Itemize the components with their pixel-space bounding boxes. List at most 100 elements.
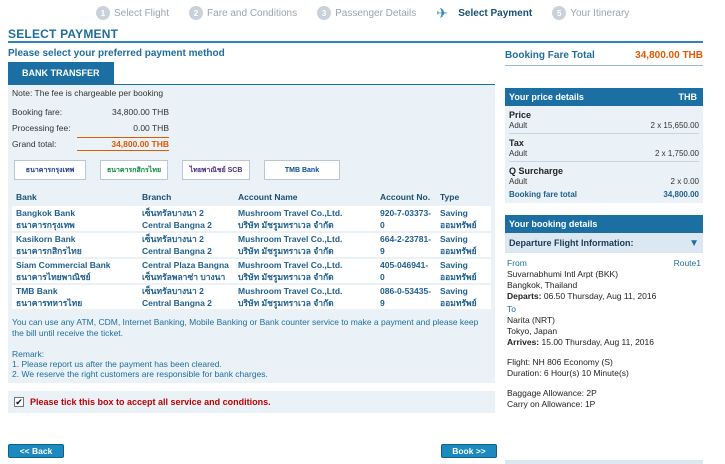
page-title: SELECT PAYMENT [8,27,119,41]
tab-bank-transfer[interactable]: BANK TRANSFER [8,62,114,84]
col-account-no: Account No. [376,188,436,207]
booking-fare-value: 34,800.00 THB [111,107,169,117]
price-title: Price [509,110,532,120]
step-label: Fare and Conditions [207,7,298,19]
processing-fee-value: 0.00 THB [133,123,169,133]
bank-transfer-panel: Note: The fee is chargeable per booking … [8,84,495,383]
departure-flight-toggle[interactable]: Departure Flight Information: ▼ [505,233,703,253]
grand-total-value: 34,800.00 THB [77,137,169,151]
col-type: Type [436,188,491,207]
table-row: Siam Commercial Bank ธนาคารไทยพาณิชย์ Cen… [12,257,491,285]
departs-line: Departs: 06.50 Thursday, Aug 11, 2016 [507,291,657,301]
payment-prompt: Please select your preferred payment met… [8,48,225,59]
carry-on-allowance: Carry on Allowance: 1P [507,399,596,409]
title-divider [8,41,703,43]
to-city: Tokyo, Japan [507,326,558,336]
accept-terms-checkbox[interactable]: ✔ [14,396,24,407]
step-label: Your Itinerary [570,7,630,19]
cell-account-no: 086-0-53435-9 [376,283,436,311]
flight-duration: Duration: 6 Hour(s) 10 Minute(s) [507,368,629,378]
booking-details-box: Your booking details Departure Flight In… [505,215,703,410]
step-label: Select Payment [458,7,533,19]
accept-terms-label: Please tick this box to accept all servi… [30,396,271,407]
arrives-line: Arrives: 15.00 Thursday, Aug 11, 2016 [507,337,654,347]
cell-account-name: Mushroom Travel Co.,Ltd. บริษัท มัชรูมทรา… [234,257,376,285]
step-number: 5 [552,6,567,20]
from-label: From [507,258,527,268]
step-label: Select Flight [114,7,170,19]
cell-account-name: Mushroom Travel Co.,Ltd. บริษัท มัชรูมทรา… [234,231,376,259]
booking-details-header: Your booking details [505,215,703,233]
scb-logo: ไทยพาณิชย์ SCB [182,160,250,180]
cell-bank: Kasikorn Bank ธนาคารกสิกรไทย [12,231,138,259]
remark-title: Remark: [12,348,45,359]
to-airport: Narita (NRT) [507,315,556,325]
fee-note: Note: The fee is chargeable per booking [12,88,164,98]
cell-account-no: 664-2-23781-9 [376,231,436,259]
cell-branch: เซ็นทรัลบางนา 2 Central Bangna 2 [138,231,234,259]
cell-account-name: Mushroom Travel Co.,Ltd. บริษัท มัชรูมทรา… [234,283,376,311]
step-number: 2 [189,6,204,20]
back-button[interactable]: << Back [8,444,64,458]
table-row: Bangkok Bank ธนาคารกรุงเทพ เซ็นทรัลบางนา … [12,206,491,233]
q-surcharge-adult-line: Adult 2 x 0.00 [509,176,699,186]
grand-total-row: Grand total: 34,800.00 THB [12,136,491,152]
step-select-flight: 1 Select Flight [96,6,169,20]
q-surcharge-title: Q Surcharge [509,166,564,176]
step-fare-conditions: 2 Fare and Conditions [189,6,297,20]
to-label: To [507,304,516,314]
col-branch: Branch [138,188,234,207]
booking-fare-total-value: 34,800.00 THB [635,50,703,61]
cell-account-no: 920-7-03373-0 [376,206,436,233]
progress-steps: 1 Select Flight 2 Fare and Conditions 3 … [0,0,725,26]
kasikorn-bank-logo: ธนาคารกสิกรไทย [100,160,168,180]
price-details-header: Your price details THB [505,88,703,106]
processing-fee-row: Processing fee: 0.00 THB [12,120,491,136]
sidebar-footer-bar [505,460,703,464]
baggage-allowance: Baggage Allowance: 2P [507,388,597,398]
cell-branch: เซ็นทรัลบางนา 2 Central Bangna 2 [138,283,234,311]
step-select-payment: ✈ Select Payment [436,6,532,20]
cell-bank: TMB Bank ธนาคารทหารไทย [12,283,138,311]
cell-bank: Bangkok Bank ธนาคารกรุงเทพ [12,206,138,233]
fare-total-line: Booking fare total 34,800.00 [509,190,699,199]
price-details-box: Your price details THB Price Adult 2 x 15… [505,88,703,203]
tmb-bank-logo: TMB Bank [264,160,340,180]
step-number: 1 [96,6,110,20]
step-your-itinerary: 5 Your Itinerary [552,6,629,20]
cell-type: Saving ออมทรัพย์ [436,206,491,233]
cell-account-no: 405-046941-0 [376,257,436,285]
cell-bank: Siam Commercial Bank ธนาคารไทยพาณิชย์ [12,257,138,285]
booking-fare-total-label: Booking Fare Total [505,50,595,61]
payment-panel: Please select your preferred payment met… [8,46,495,413]
booking-fare-label: Booking fare: [12,107,63,117]
remark-line: 2. We reserve the right customers are re… [12,368,268,379]
booking-fare-total: Booking Fare Total 34,800.00 THB [505,46,703,66]
remark-line: 1. Please report us after the payment ha… [12,358,222,369]
cell-type: Saving ออมทรัพย์ [436,231,491,259]
chevron-down-icon: ▼ [689,237,699,249]
processing-fee-label: Processing fee: [12,123,71,133]
grand-total-label: Grand total: [12,139,57,149]
bank-logos: ธนาคารกรุงเทพ ธนาคารกสิกรไทย ไทยพาณิชย์ … [12,152,491,188]
cell-branch: Central Plaza Bangna เซ็นทรัลพลาซ่า บางนา [138,257,234,285]
payment-info: You can use any ATM, CDM, Internet Banki… [12,316,479,338]
step-number: 3 [317,6,332,20]
cell-account-name: Mushroom Travel Co.,Ltd. บริษัท มัชรูมทรา… [234,206,376,233]
bangkok-bank-logo: ธนาคารกรุงเทพ [14,160,86,180]
cell-branch: เซ็นทรัลบางนา 2 Central Bangna 2 [138,206,234,233]
flight-number: Flight: NH 806 Economy (S) [507,357,613,367]
accept-terms-row: ✔ Please tick this box to accept all ser… [8,390,495,413]
summary-sidebar: Booking Fare Total 34,800.00 THB Your pr… [505,46,703,410]
airplane-icon: ✈ [436,5,448,21]
table-header-row: Bank Branch Account Name Account No. Typ… [12,188,491,207]
cell-type: Saving ออมทรัพย์ [436,257,491,285]
bank-accounts-table: Bank Branch Account Name Account No. Typ… [12,188,491,311]
tax-adult-line: Adult 2 x 1,750.00 [509,148,699,158]
col-bank: Bank [12,188,138,207]
step-passenger-details: 3 Passenger Details [317,6,416,20]
book-button[interactable]: Book >> [441,444,497,458]
from-airport: Suvarnabhumi Intl Arpt (BKK) [507,269,619,279]
remark-block: Remark: 1. Please report us after the pa… [12,349,491,379]
tax-title: Tax [509,138,524,148]
